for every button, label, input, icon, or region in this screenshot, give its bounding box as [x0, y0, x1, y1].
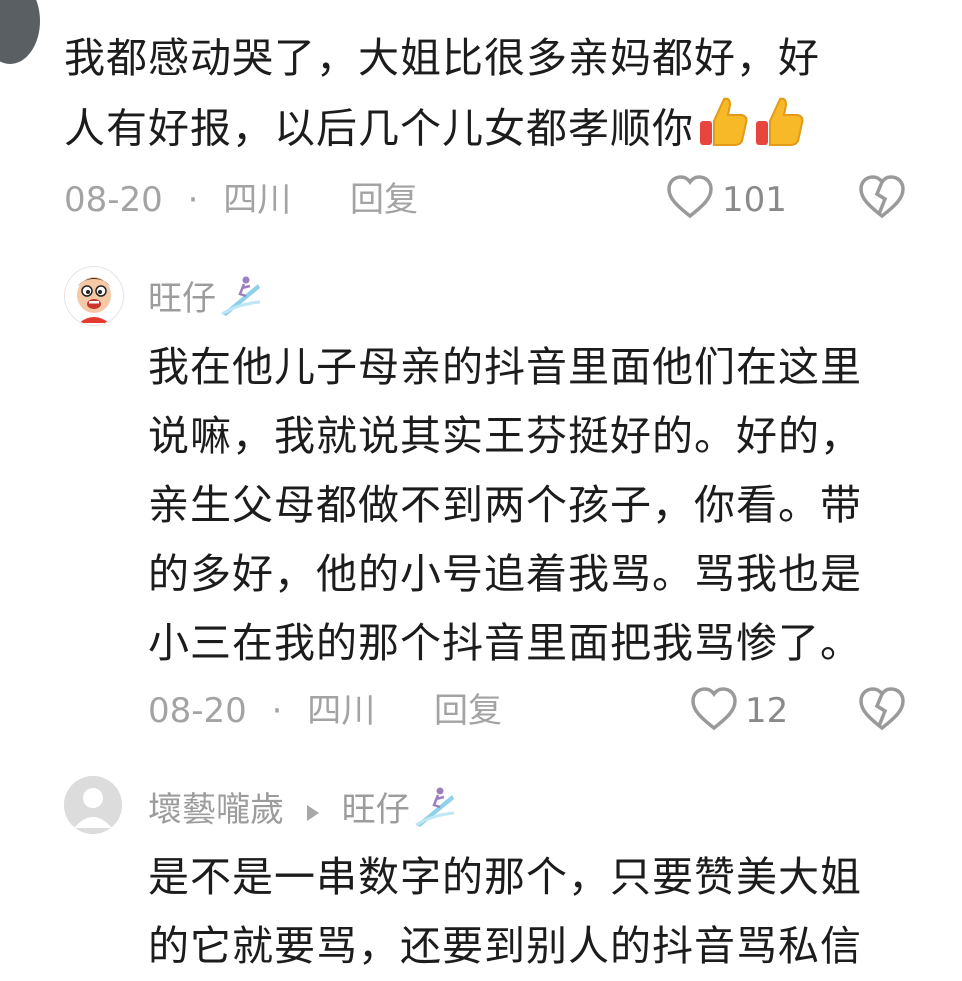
like-count: 12	[745, 691, 789, 731]
like-button[interactable]	[690, 686, 738, 732]
avatar[interactable]	[64, 266, 124, 326]
surf-badge-icon	[412, 785, 456, 838]
comment-line: 我都感动哭了，大姐比很多亲妈都好，好	[64, 34, 820, 82]
comment-meta: 08-20 · 四川 回复	[148, 691, 502, 731]
comment-text: 我在他儿子母亲的抖音里面他们在这里 说嘛，我就说其实王芬挺好的。好的， 亲生父母…	[148, 333, 948, 678]
comment-author-line: 壞藝嚨歲 旺仔	[148, 785, 456, 838]
comment-date: 08-20	[148, 691, 247, 731]
comment-line: 是不是一串数字的那个，只要赞美大姐	[148, 853, 862, 901]
like-button[interactable]	[666, 174, 714, 220]
comment-date: 08-20	[64, 180, 163, 220]
comment-line: 人有好报，以后几个儿女都孝顺你	[64, 104, 694, 153]
like-count: 101	[722, 180, 787, 220]
reply-button[interactable]: 回复	[350, 180, 418, 220]
comment-line: 亲生父母都做不到两个孩子，你看。带	[148, 481, 862, 529]
comment-author[interactable]: 壞藝嚨歲	[148, 790, 284, 830]
reply-button[interactable]: 回复	[434, 691, 502, 731]
meta-separator: ·	[187, 180, 199, 220]
comment-meta: 08-20 · 四川 回复	[64, 180, 418, 220]
comment-text: 是不是一串数字的那个，只要赞美大姐 的它就要骂，还要到别人的抖音骂私信	[148, 843, 948, 981]
dislike-button[interactable]	[858, 686, 906, 732]
comment-line: 小三在我的那个抖音里面把我骂惨了。	[148, 619, 862, 667]
comment-author[interactable]: 旺仔	[148, 274, 262, 327]
avatar[interactable]	[0, 0, 40, 64]
meta-separator: ·	[271, 691, 283, 731]
comment-location: 四川	[307, 691, 376, 731]
reply-arrow-icon	[305, 792, 321, 832]
avatar[interactable]	[64, 776, 122, 834]
comment-text: 我都感动哭了，大姐比很多亲妈都好，好 人有好报，以后几个儿女都孝顺你	[64, 24, 944, 170]
thumbs-up-icon	[752, 93, 808, 170]
comment-line: 说嘛，我就说其实王芬挺好的。好的，	[148, 412, 862, 460]
thumbs-up-icon	[696, 93, 752, 170]
dislike-button[interactable]	[858, 174, 906, 220]
reply-to-author[interactable]: 旺仔	[342, 790, 410, 830]
comment-line: 我在他儿子母亲的抖音里面他们在这里	[148, 343, 862, 391]
comment-line: 的多好，他的小号追着我骂。骂我也是	[148, 550, 862, 598]
comment-location: 四川	[223, 180, 292, 220]
comment-line: 的它就要骂，还要到别人的抖音骂私信	[148, 922, 862, 970]
surf-badge-icon	[218, 274, 262, 327]
